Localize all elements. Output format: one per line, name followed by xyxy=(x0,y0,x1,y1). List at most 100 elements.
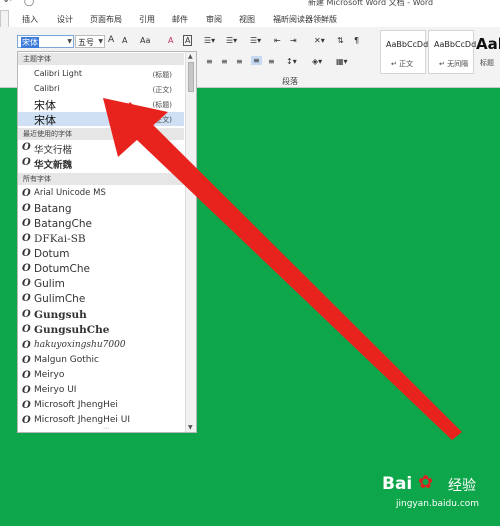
font-name-combobox[interactable]: 宋体 ▼ xyxy=(17,35,74,48)
theme-font-item[interactable]: Calibri Light (标题) xyxy=(18,67,184,81)
font-name: DFKai-SB xyxy=(34,233,86,245)
style-heading-sample[interactable]: Aal xyxy=(476,35,500,53)
resize-grip-icon[interactable]: ⋯ xyxy=(103,425,109,432)
font-list-item[interactable]: O Microsoft JhengHei xyxy=(18,399,184,414)
font-list-item[interactable]: O Batang xyxy=(18,202,184,217)
recent-font-item[interactable]: O 华文新魏 xyxy=(18,156,184,171)
font-size-combobox[interactable]: 五号 ▼ xyxy=(75,35,105,48)
opentype-icon: O xyxy=(22,188,31,199)
opentype-icon: O xyxy=(22,385,31,396)
opentype-icon: O xyxy=(22,278,31,289)
font-list-item[interactable]: O Gungsuh xyxy=(18,308,184,323)
grow-font-button[interactable]: A xyxy=(108,35,114,45)
dropdown-scrollbar[interactable]: ▲ ▼ xyxy=(185,52,196,432)
tab-mailings[interactable]: 邮件 xyxy=(172,14,188,25)
style-sample-text: AaBbCcDd xyxy=(386,40,429,49)
style-name-label: ↵ 无间隔 xyxy=(439,60,469,68)
tab-references[interactable]: 引用 xyxy=(139,14,155,25)
scrollbar-thumb[interactable] xyxy=(188,62,194,92)
clear-format-button[interactable]: A xyxy=(168,36,173,45)
font-name: Batang xyxy=(34,203,72,215)
tab-page-layout[interactable]: 页面布局 xyxy=(90,14,122,25)
recent-fonts-header: 最近使用的字体 xyxy=(18,128,184,140)
font-list-item[interactable]: O DotumChe xyxy=(18,262,184,277)
opentype-icon: O xyxy=(22,324,31,335)
tab-foxit-reader[interactable]: 福昕阅读器领鲜版 xyxy=(273,14,337,25)
tab-design[interactable]: 设计 xyxy=(57,14,73,25)
font-list-item[interactable]: O BatangChe xyxy=(18,217,184,232)
font-dropdown-list[interactable]: 主题字体 Calibri Light (标题) Calibri (正文) 宋体 … xyxy=(17,51,197,433)
font-list-item[interactable]: O GulimChe xyxy=(18,292,184,307)
opentype-icon: O xyxy=(22,293,31,304)
recent-font-item[interactable]: O 华文行楷 xyxy=(18,141,184,156)
char-border-button[interactable]: A xyxy=(183,35,193,46)
font-list-item[interactable]: O Microsoft JhengHei UI xyxy=(18,414,184,429)
font-list-item[interactable]: O Dotum xyxy=(18,247,184,262)
opentype-icon: O xyxy=(22,233,31,244)
window-title: 新建 Microsoft Word 文档 - Word xyxy=(308,0,434,7)
increase-indent-icon[interactable]: ⇥ xyxy=(290,36,297,45)
theme-font-item-selected[interactable]: 宋体 (正文) xyxy=(18,112,184,127)
font-role-tag: (正文) xyxy=(152,116,172,124)
shading-icon[interactable]: ◈▾ xyxy=(312,57,322,66)
distributed-icon[interactable]: ≡ xyxy=(268,57,275,66)
baidu-paw-icon: ✿ xyxy=(418,472,434,493)
opentype-icon: O xyxy=(22,218,31,229)
scroll-down-icon[interactable]: ▼ xyxy=(188,424,193,431)
font-list-item[interactable]: O Malgun Gothic xyxy=(18,354,184,369)
change-case-button[interactable]: Aa xyxy=(140,36,150,45)
font-name: 宋体 xyxy=(34,114,56,127)
theme-fonts-header: 主题字体 xyxy=(18,53,184,65)
show-marks-icon[interactable]: ¶ xyxy=(354,36,359,45)
font-name: 宋体 xyxy=(34,99,56,112)
font-name: Malgun Gothic xyxy=(34,355,99,365)
font-list-item[interactable]: O GungsuhChe xyxy=(18,323,184,338)
tab-review[interactable]: 审阅 xyxy=(206,14,222,25)
font-list-item[interactable]: Ohakuyoxingshu7000 xyxy=(18,339,184,354)
ribbon-tab-strip: 插入 设计 页面布局 引用 邮件 审阅 视图 福昕阅读器领鲜版 xyxy=(0,10,500,28)
font-list-item[interactable]: O DFKai-SB xyxy=(18,232,184,247)
font-name: Arial Unicode MS xyxy=(34,188,106,198)
multilevel-list-icon[interactable]: ☰▾ xyxy=(250,36,261,45)
theme-font-item[interactable]: 宋体 (标题) xyxy=(18,97,184,112)
numbering-icon[interactable]: ☰▾ xyxy=(226,36,237,45)
chevron-down-icon[interactable]: ▼ xyxy=(67,38,72,45)
all-fonts-header: 所有字体 xyxy=(18,173,184,185)
sort-icon[interactable]: ⇅ xyxy=(337,36,344,45)
font-list-item[interactable]: O Arial Unicode MS xyxy=(18,187,184,202)
chinese-layout-icon[interactable]: ✕▾ xyxy=(314,36,325,45)
align-left-icon[interactable]: ≡ xyxy=(206,57,213,66)
style-normal[interactable]: AaBbCcDd ↵ 正文 xyxy=(380,30,429,74)
justify-icon[interactable]: ≡ xyxy=(251,56,262,65)
opentype-icon: O xyxy=(22,263,31,274)
style-no-spacing[interactable]: AaBbCcDd ↵ 无间隔 xyxy=(428,30,476,74)
chevron-down-icon[interactable]: ▼ xyxy=(98,38,103,45)
font-list-item[interactable]: O Gulim xyxy=(18,277,184,292)
undo-icon[interactable]: ↶ xyxy=(4,0,12,7)
font-name: DotumChe xyxy=(34,263,90,275)
line-spacing-icon[interactable]: ↕▾ xyxy=(286,57,297,66)
font-size-value: 五号 xyxy=(78,38,94,47)
tab-home[interactable] xyxy=(0,10,9,27)
theme-font-item[interactable]: Calibri (正文) xyxy=(18,82,184,96)
shrink-font-button[interactable]: A xyxy=(122,36,127,45)
scroll-up-icon[interactable]: ▲ xyxy=(188,53,193,60)
tab-insert[interactable]: 插入 xyxy=(22,14,38,25)
borders-icon[interactable]: ▦▾ xyxy=(336,57,348,66)
align-center-icon[interactable]: ≡ xyxy=(221,57,228,66)
redo-icon[interactable]: ◯ xyxy=(24,0,34,7)
font-name: 华文新魏 xyxy=(34,160,73,171)
title-bar: ↶ ◯ 新建 Microsoft Word 文档 - Word xyxy=(0,0,500,10)
tab-view[interactable]: 视图 xyxy=(239,14,255,25)
font-name: hakuyoxingshu7000 xyxy=(34,340,126,350)
font-list-item[interactable]: O Meiryo UI xyxy=(18,384,184,399)
opentype-icon: O xyxy=(22,157,31,168)
font-role-tag: (标题) xyxy=(152,71,172,79)
font-role-tag: (正文) xyxy=(152,86,172,94)
bullets-icon[interactable]: ☰▾ xyxy=(204,36,215,45)
decrease-indent-icon[interactable]: ⇤ xyxy=(274,36,281,45)
align-right-icon[interactable]: ≡ xyxy=(236,57,243,66)
font-list-item[interactable]: O Meiryo xyxy=(18,369,184,384)
opentype-icon: O xyxy=(22,203,31,214)
opentype-icon: O xyxy=(22,340,31,351)
